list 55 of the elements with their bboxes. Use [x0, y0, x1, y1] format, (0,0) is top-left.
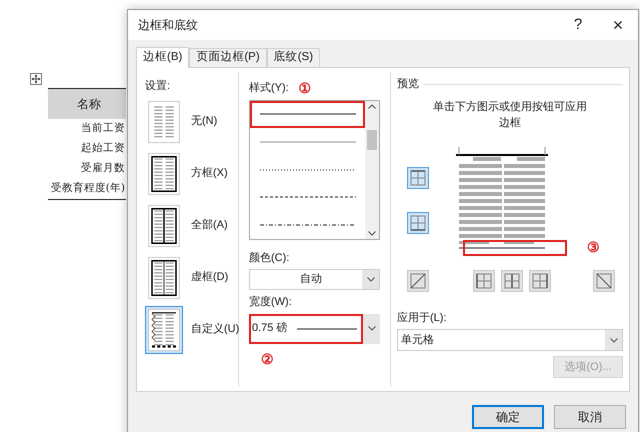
- border-toggle-button[interactable]: [501, 270, 523, 292]
- preview-hint: 单击下方图示或使用按钮可应用边框: [432, 100, 588, 130]
- setting-option[interactable]: 自定义(U): [145, 304, 238, 354]
- ok-button[interactable]: 确定: [472, 405, 544, 429]
- width-label: 宽度(W):: [249, 294, 293, 310]
- chevron-down-icon: [368, 326, 376, 331]
- grid-border-icon: [502, 270, 522, 290]
- annotation-number: ①: [298, 81, 312, 96]
- table-cell-text: 当前工资: [80, 121, 126, 136]
- grid-border-icon: [530, 270, 550, 290]
- line-width-sample: [297, 328, 358, 330]
- table-cell-text: 受教育程度(年): [50, 181, 126, 196]
- diagonal-border-icon: [594, 270, 614, 290]
- chevron-down-icon: [610, 338, 618, 342]
- diagonal-border-icon: [408, 270, 428, 290]
- tab[interactable]: 底纹(S): [266, 48, 320, 67]
- window-title: 边框和底纹: [138, 17, 199, 34]
- style-list[interactable]: [249, 100, 380, 240]
- border-toggle-button[interactable]: [529, 270, 551, 292]
- border-toggle-button[interactable]: [473, 270, 495, 292]
- color-dropdown[interactable]: 自动: [249, 269, 380, 290]
- line-style-option[interactable]: [250, 100, 365, 128]
- border-toggle-button[interactable]: [407, 166, 429, 188]
- tab[interactable]: 边框(B): [136, 47, 190, 68]
- border-toggle-button[interactable]: [407, 270, 429, 292]
- setting-option[interactable]: 方框(X): [145, 148, 238, 198]
- annotation-number: ②: [261, 350, 274, 366]
- annotation-number: ③: [587, 238, 600, 254]
- border-toggle-button[interactable]: [407, 212, 429, 234]
- cancel-button[interactable]: 取消: [554, 405, 626, 429]
- apply-to-dropdown[interactable]: 单元格: [397, 329, 623, 351]
- settings-label: 设置:: [145, 79, 172, 94]
- table-cell-text: 起始工资: [80, 141, 126, 156]
- setting-option[interactable]: 虚框(D): [145, 252, 238, 302]
- grid-border-icon: [408, 212, 428, 232]
- style-label: 样式(Y):: [249, 81, 289, 96]
- table-header-cell: 名称: [48, 89, 126, 119]
- close-button[interactable]: ×: [598, 10, 638, 40]
- tab[interactable]: 页面边框(P): [189, 48, 267, 67]
- chevron-down-icon: [368, 230, 376, 236]
- setting-option[interactable]: 全部(A): [145, 200, 238, 250]
- help-button[interactable]: ?: [558, 10, 598, 40]
- scrollbar-thumb[interactable]: [367, 130, 377, 150]
- grid-border-icon: [474, 270, 494, 290]
- chevron-down-icon: [366, 277, 374, 282]
- scrollbar[interactable]: [365, 100, 379, 238]
- chevron-up-icon: [368, 104, 376, 108]
- setting-option[interactable]: 无(N): [145, 96, 238, 146]
- table-move-handle-icon[interactable]: [30, 73, 42, 85]
- grid-border-icon: [408, 168, 428, 188]
- border-toggle-button[interactable]: [593, 270, 615, 292]
- color-label: 颜色(C):: [249, 250, 290, 266]
- apply-to-label: 应用于(L):: [397, 310, 448, 326]
- preview-label: 预览: [397, 77, 419, 92]
- table-cell-text: 受雇月数: [80, 161, 126, 176]
